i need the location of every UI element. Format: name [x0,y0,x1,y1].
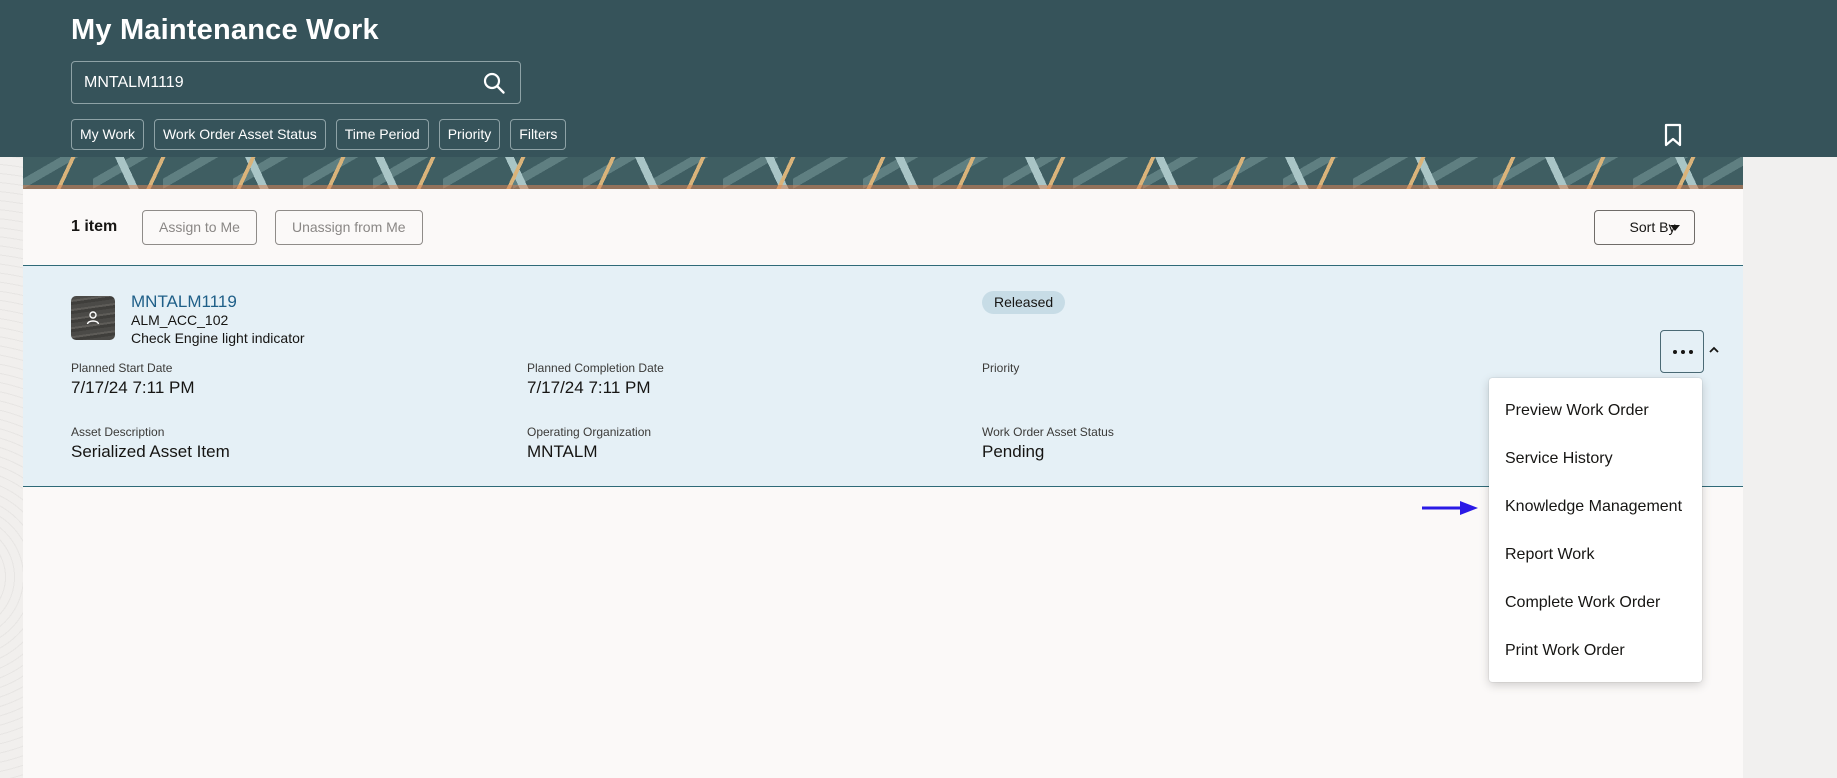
search-input[interactable] [84,62,464,103]
planned-start-date-value: 7/17/24 7:11 PM [71,378,195,397]
more-dot-icon [1673,350,1677,354]
menu-item-complete-work-order[interactable]: Complete Work Order [1489,580,1702,628]
planned-completion-date-label: Planned Completion Date [527,361,664,375]
filter-chip-time-period[interactable]: Time Period [335,119,429,150]
person-icon [86,311,100,325]
menu-item-service-history[interactable]: Service History [1489,436,1702,484]
sort-by-label: Sort By [1629,219,1676,235]
operating-organization-label: Operating Organization [527,425,652,439]
page-title: My Maintenance Work [71,14,379,46]
unassign-from-me-button[interactable]: Unassign from Me [275,210,423,245]
actions-menu: Preview Work Order Service History Knowl… [1489,378,1702,682]
page-header: My Maintenance Work My Work Work Order A… [0,0,1837,157]
asset-description-label: Asset Description [71,425,165,439]
menu-item-print-work-order[interactable]: Print Work Order [1489,628,1702,676]
filter-chip-filters[interactable]: Filters [510,119,567,150]
more-dot-icon [1681,350,1685,354]
work-order-asset-status-label: Work Order Asset Status [982,425,1114,439]
work-order-avatar [71,296,115,340]
page-background-left [0,157,23,778]
menu-item-knowledge-management[interactable]: Knowledge Management [1489,484,1702,532]
filter-chip-priority[interactable]: Priority [438,119,501,150]
work-order-asset: ALM_ACC_102 [131,312,229,328]
filter-chip-my-work[interactable]: My Work [71,119,144,150]
search-icon[interactable] [482,71,506,95]
chevron-up-icon[interactable] [1707,345,1721,355]
sort-by-button[interactable]: Sort By [1594,210,1695,245]
work-order-asset-status-value: Pending [982,442,1045,461]
status-badge: Released [982,291,1066,314]
menu-item-report-work[interactable]: Report Work [1489,532,1702,580]
menu-item-preview-work-order[interactable]: Preview Work Order [1489,388,1702,436]
planned-start-date-label: Planned Start Date [71,361,173,375]
more-actions-button[interactable] [1660,330,1704,373]
bookmark-icon[interactable] [1663,123,1683,147]
work-order-card[interactable] [23,265,1743,487]
operating-organization-value: MNTALM [527,442,598,461]
caret-down-icon [1670,225,1680,231]
work-order-number-link[interactable]: MNTALM1119 [131,292,237,312]
work-order-description: Check Engine light indicator [131,330,305,346]
annotation-arrow-icon [1422,501,1478,515]
page-background-right [1743,157,1837,778]
result-count: 1 item [71,218,118,235]
asset-description-value: Serialized Asset Item [71,442,230,461]
priority-label: Priority [982,361,1020,375]
filter-chips: My Work Work Order Asset Status Time Per… [71,119,567,150]
more-dot-icon [1689,350,1693,354]
filter-chip-work-order-asset-status[interactable]: Work Order Asset Status [153,119,326,150]
assign-to-me-button[interactable]: Assign to Me [142,210,257,245]
search-box[interactable] [71,61,521,104]
planned-completion-date-value: 7/17/24 7:11 PM [527,378,651,397]
